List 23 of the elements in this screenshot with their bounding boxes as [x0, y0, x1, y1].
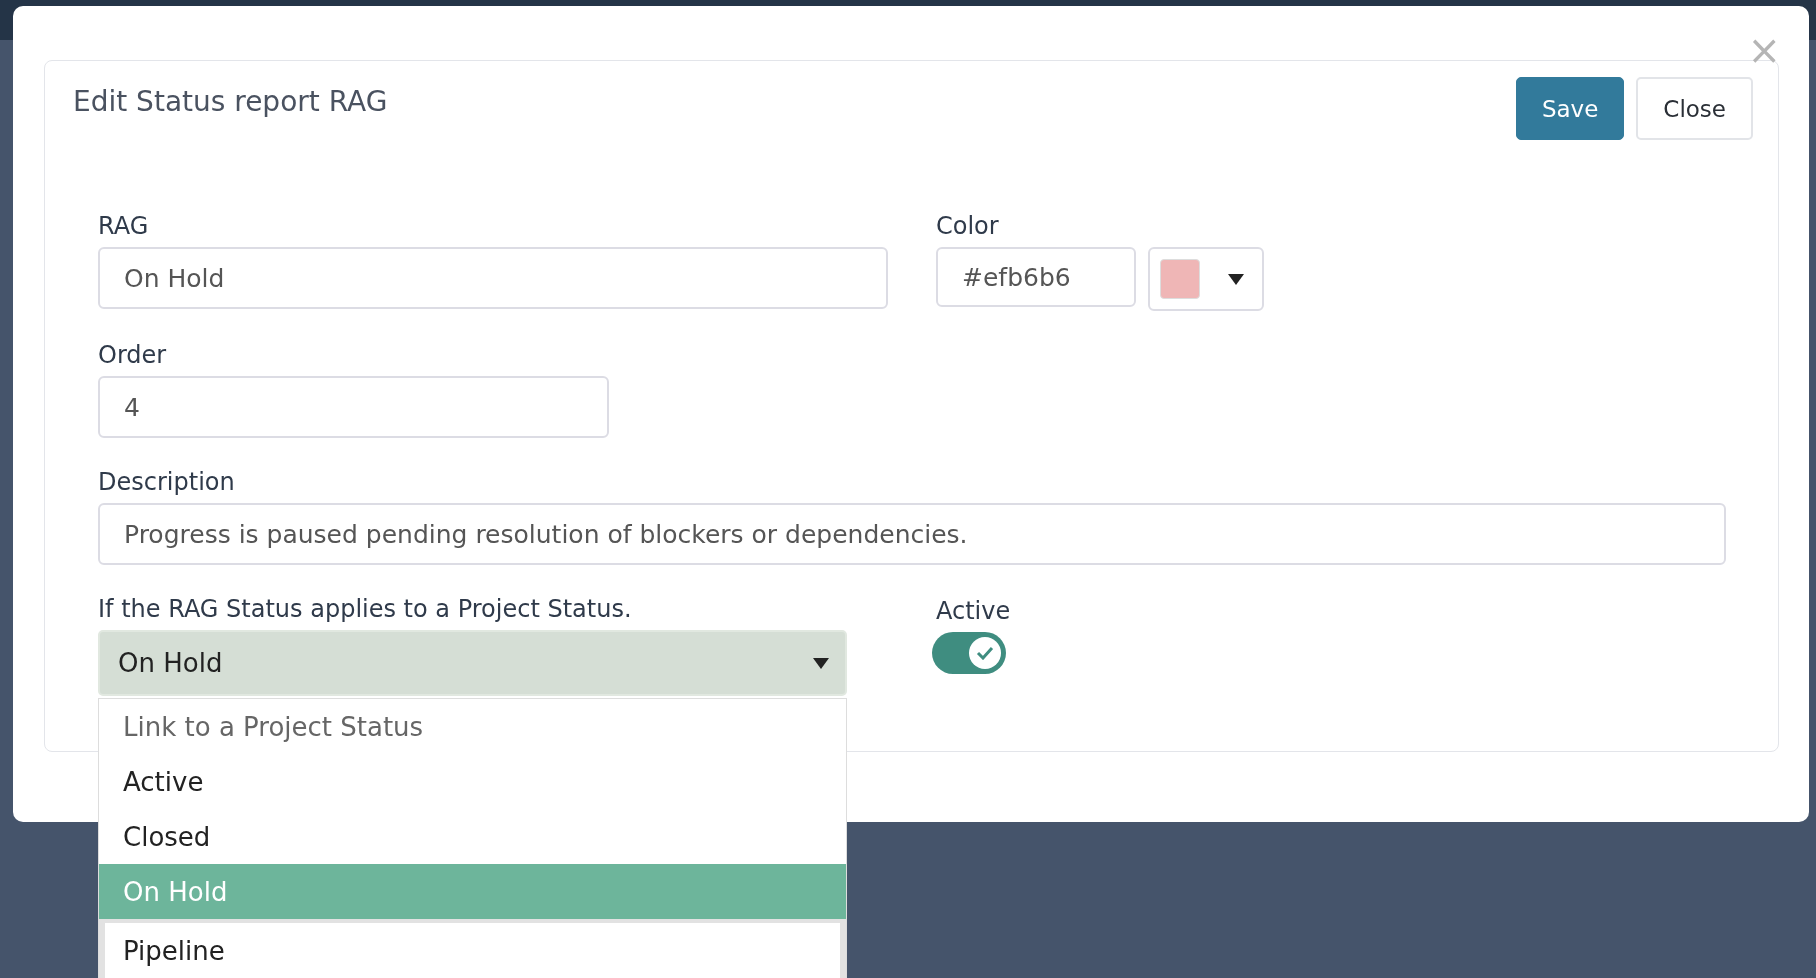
- order-input[interactable]: 4: [98, 376, 609, 438]
- rag-input[interactable]: On Hold: [98, 247, 888, 309]
- dropdown-option[interactable]: Closed: [99, 809, 846, 864]
- active-toggle[interactable]: [932, 632, 1006, 674]
- color-swatch: [1160, 259, 1200, 299]
- dropdown-option[interactable]: Link to a Project Status: [99, 699, 846, 754]
- field-label: Description: [98, 468, 236, 496]
- save-button[interactable]: Save: [1515, 77, 1625, 140]
- color-picker[interactable]: [1148, 247, 1264, 311]
- field-label: Color: [936, 212, 1000, 240]
- field-label: If the RAG Status applies to a Project Status.: [98, 595, 633, 623]
- dropdown-option[interactable]: Pipeline: [105, 923, 840, 978]
- dialog-title: Edit Status report RAG: [73, 85, 388, 118]
- dropdown-option[interactable]: Active: [99, 754, 846, 809]
- color-input[interactable]: #efb6b6: [936, 247, 1136, 307]
- project-status-select[interactable]: On Hold: [98, 630, 847, 696]
- field-label: Active: [936, 597, 1011, 625]
- description-input[interactable]: Progress is paused pending resolution of blockers or dependencies.: [98, 503, 1726, 565]
- field-label: Order: [98, 341, 168, 369]
- close-button[interactable]: Close: [1636, 77, 1753, 140]
- field-label: RAG: [98, 212, 150, 240]
- check-icon: [976, 646, 994, 660]
- caret-icon: [1228, 273, 1244, 285]
